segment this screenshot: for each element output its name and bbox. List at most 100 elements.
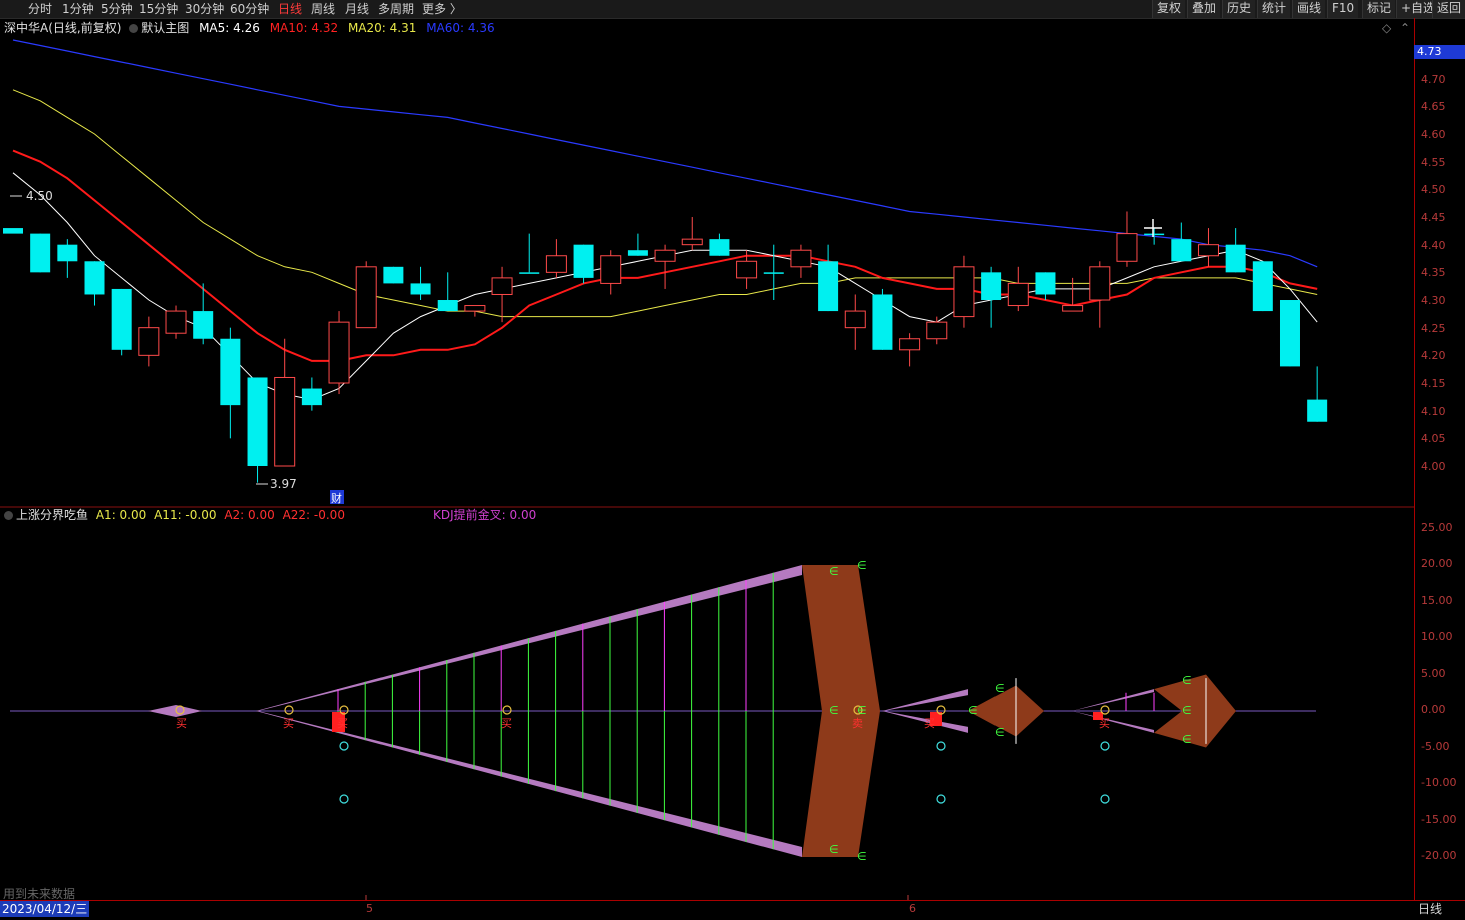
indicator-tick: 20.00: [1421, 557, 1453, 570]
ma60-line: [12, 39, 1318, 268]
e-marker: ∈: [829, 843, 839, 856]
candle-body: [57, 244, 78, 262]
candle-body: [736, 260, 758, 279]
low-price-label: 3.97: [270, 477, 297, 491]
signal-circle-icon: [284, 705, 294, 715]
future-data-note: 用到未来数据: [3, 887, 76, 901]
back-button[interactable]: 返回: [1432, 0, 1465, 18]
e-marker: ∈: [968, 704, 978, 717]
e-marker: ∈: [995, 726, 1005, 739]
candle-body: [193, 311, 214, 339]
buy-signal-label: 买: [283, 717, 294, 730]
small-band-upper: [882, 689, 968, 711]
candle-body: [138, 327, 160, 356]
thin-band-upper: [1072, 689, 1154, 711]
candle-body: [953, 266, 975, 318]
candle-body: [437, 300, 458, 312]
candle-body: [899, 338, 921, 351]
price-tick: 4.25: [1421, 322, 1446, 335]
candle-body: [654, 249, 676, 262]
candle-body: [1171, 239, 1192, 262]
candle-body: [872, 294, 893, 350]
indicator-tick: -20.00: [1421, 849, 1457, 862]
cursor-date: 2023/04/12/三: [0, 901, 90, 917]
candle-body: [111, 288, 132, 350]
candle-body: [1089, 266, 1111, 301]
price-tick: 4.00: [1421, 460, 1446, 473]
candle-body: [1279, 300, 1300, 367]
high-price-label: 4.50: [26, 189, 53, 203]
candle-body: [355, 266, 377, 329]
candle-body: [220, 338, 241, 406]
indicator-tick: 25.00: [1421, 521, 1453, 534]
indicator-tick: 0.00: [1421, 703, 1446, 716]
current-price-label: 4.73: [1414, 45, 1465, 59]
cyan-circle-icon: [1100, 794, 1110, 804]
cyan-circle-icon: [339, 741, 349, 751]
e-marker: ∈: [1182, 704, 1192, 717]
price-tick: 4.65: [1421, 100, 1446, 113]
candle-body: [763, 272, 784, 274]
candle-body: [1144, 233, 1165, 236]
moving-averages: [12, 39, 1318, 401]
month-label-6: 6: [909, 902, 916, 915]
candle-body: [1225, 244, 1246, 273]
time-axis: [0, 900, 1465, 920]
cyan-circle-icon: [1100, 741, 1110, 751]
candle-body: [790, 249, 812, 268]
price-tick: 4.15: [1421, 377, 1446, 390]
indicator-tick: 5.00: [1421, 667, 1446, 680]
indicator-ticks: 25.00 20.00 15.00 10.00 5.00 0.00 -5.00 …: [1415, 514, 1465, 874]
buy-signal-label: 买: [1099, 717, 1110, 730]
candle-body: [681, 238, 703, 246]
mini-diamond: [148, 705, 202, 717]
price-tick: 4.45: [1421, 211, 1446, 224]
cyan-circle-icon: [936, 794, 946, 804]
candle-body: [1062, 305, 1084, 312]
candle-body: [519, 272, 540, 274]
indicator-tick: -10.00: [1421, 776, 1457, 789]
candle-body: [926, 321, 948, 340]
e-marker: ∈: [829, 704, 839, 717]
e-marker: ∈: [857, 559, 867, 572]
candle-body: [383, 266, 404, 284]
finance-marker[interactable]: 财: [331, 491, 342, 505]
candle-body: [247, 377, 268, 466]
price-annotations: 4.50 3.97 财: [10, 189, 1162, 505]
buy-signal-label: 买: [924, 717, 935, 730]
thin-band-lower: [1072, 711, 1154, 733]
candle-body: [410, 283, 431, 295]
price-tick: 4.55: [1421, 156, 1446, 169]
price-tick: 4.10: [1421, 405, 1446, 418]
price-tick: 4.20: [1421, 349, 1446, 362]
price-tick: 4.70: [1421, 73, 1446, 86]
sell-signal-label: 卖: [852, 717, 863, 730]
price-axis: 4.70 4.65 4.60 4.55 4.50 4.45 4.40 4.35 …: [1414, 18, 1465, 900]
candle-body: [84, 261, 105, 295]
cyan-circle-icon: [936, 741, 946, 751]
buy-signal-label: 买: [501, 717, 512, 730]
candle-body: [165, 310, 187, 334]
candle-body: [3, 228, 23, 234]
candle-body: [30, 233, 51, 273]
candle-body: [818, 261, 839, 312]
candle-body: [627, 250, 648, 256]
signal-circle-icon: [1100, 705, 1110, 715]
price-tick: 4.50: [1421, 183, 1446, 196]
candle-body: [981, 272, 1002, 301]
indicator-tick: -15.00: [1421, 813, 1457, 826]
candle-body: [1035, 272, 1056, 295]
candle-body: [545, 255, 567, 273]
month-label-5: 5: [366, 902, 373, 915]
price-tick: 4.30: [1421, 294, 1446, 307]
candle-body: [1007, 282, 1029, 307]
candle-body: [1252, 261, 1273, 312]
e-marker: ∈: [829, 565, 839, 578]
e-marker: ∈: [995, 682, 1005, 695]
cyan-circle-icon: [339, 794, 349, 804]
candlesticks: [3, 211, 1328, 483]
candle-body: [1116, 233, 1138, 262]
period-indicator-button[interactable]: 日线: [1418, 901, 1442, 917]
kline-chart[interactable]: 买买买买买买卖∈∈∈ ∈∈∈∈∈∈∈∈∈ 4.50 3.97 财: [0, 0, 1414, 900]
candle-body: [573, 244, 594, 278]
